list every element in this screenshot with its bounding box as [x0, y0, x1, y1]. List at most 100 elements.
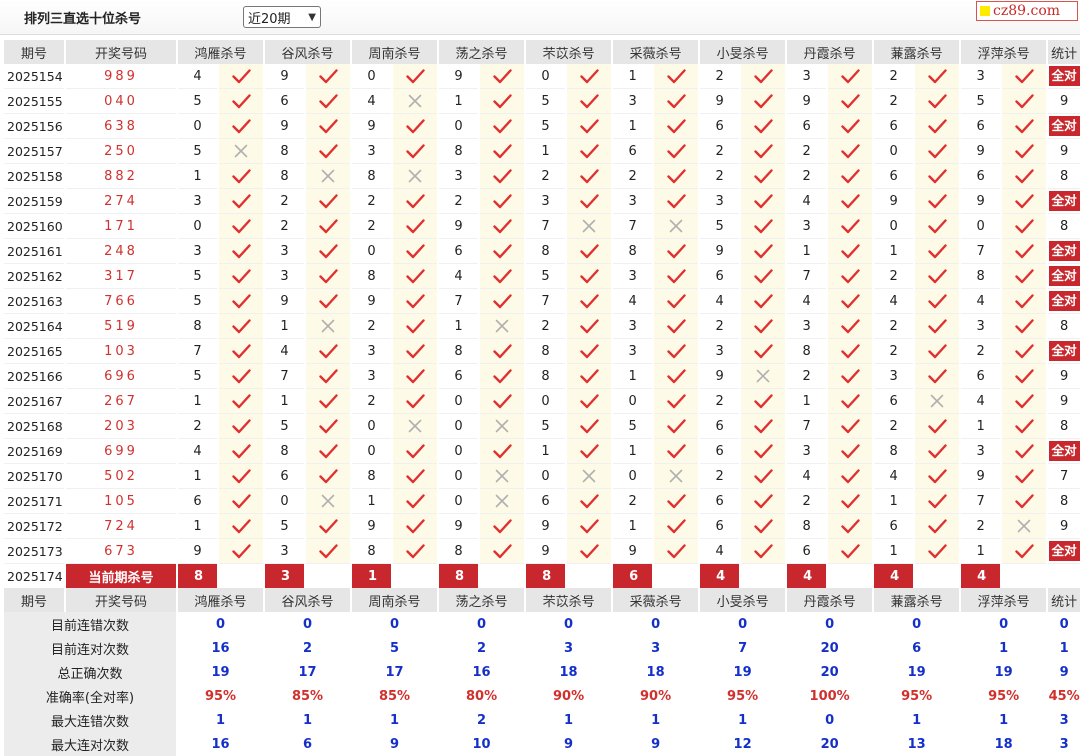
- result-mark-cell: [219, 514, 264, 539]
- result-mark-cell: [219, 289, 264, 314]
- result-mark-cell: [306, 64, 351, 89]
- result-mark-cell: [480, 289, 525, 314]
- summary-value: 0: [439, 612, 525, 636]
- kill-number-cell: 5: [178, 89, 217, 114]
- result-mark-cell: [567, 289, 612, 314]
- kill-number-cell: 3: [439, 164, 479, 189]
- table-row: 2025160 171 0 2 2 9 7 7 5 3 0 0 8: [4, 214, 1080, 239]
- cross-icon: [582, 469, 596, 483]
- cross-icon: [756, 369, 770, 383]
- result-mark-cell: [915, 339, 960, 364]
- kill-number-cell: 9: [352, 289, 392, 314]
- result-mark-cell: [306, 214, 351, 239]
- result-mark-cell: [654, 64, 699, 89]
- result-mark-cell: [654, 239, 699, 264]
- summary-value: 17: [265, 660, 351, 684]
- check-icon: [840, 93, 860, 108]
- check-icon: [753, 218, 773, 233]
- check-icon: [231, 168, 251, 183]
- kill-number-cell: 6: [874, 389, 914, 414]
- kill-number-cell: 9: [961, 464, 1001, 489]
- check-icon: [666, 493, 686, 508]
- check-icon: [753, 318, 773, 333]
- summary-value: 0: [787, 708, 873, 732]
- check-icon: [840, 268, 860, 283]
- period-cell: 2025155: [4, 89, 64, 114]
- result-mark-cell: [567, 464, 612, 489]
- kill-number-cell: 2: [700, 464, 740, 489]
- current-stat-spacer: [1048, 564, 1080, 588]
- all-correct-badge: 全对: [1048, 191, 1080, 211]
- check-icon: [1014, 193, 1034, 208]
- kill-number-cell: 1: [787, 389, 827, 414]
- cross-icon: [408, 419, 422, 433]
- kill-number-cell: 7: [961, 489, 1001, 514]
- check-icon: [579, 193, 599, 208]
- current-period-row: 2025174 当前期杀号 8 3 1 8 8 6 4 4 4 4: [4, 564, 1080, 588]
- result-mark-cell: [480, 314, 525, 339]
- table-row: 2025170 502 1 6 8 0 0 0 2 4 4 9 7: [4, 464, 1080, 489]
- check-icon: [405, 393, 425, 408]
- period-range-select[interactable]: 近20期 ▼: [243, 6, 321, 28]
- result-mark-cell: [741, 489, 786, 514]
- check-icon: [405, 218, 425, 233]
- check-icon: [1014, 543, 1034, 558]
- kill-number-cell: 2: [700, 64, 740, 89]
- result-mark-cell: [393, 439, 438, 464]
- kill-number-cell: 4: [265, 339, 305, 364]
- kill-number-cell: 1: [178, 464, 217, 489]
- kill-number-cell: 2: [874, 314, 914, 339]
- result-mark-cell: [741, 539, 786, 564]
- result-mark-cell: [393, 189, 438, 214]
- brand-logo[interactable]: cz89.com: [976, 1, 1078, 21]
- kill-number-cell: 2: [961, 339, 1001, 364]
- kill-number-cell: 3: [874, 364, 914, 389]
- result-mark-cell: [480, 89, 525, 114]
- current-kill-number: 4: [700, 564, 740, 588]
- cross-icon: [669, 469, 683, 483]
- check-icon: [231, 368, 251, 383]
- check-icon: [579, 418, 599, 433]
- result-mark-cell: [828, 489, 873, 514]
- row-stat-cell: 全对: [1048, 114, 1080, 139]
- result-mark-cell: [567, 239, 612, 264]
- check-icon: [927, 418, 947, 433]
- current-kill-spacer: [393, 564, 438, 588]
- result-mark-cell: [1002, 239, 1047, 264]
- result-mark-cell: [654, 314, 699, 339]
- result-mark-cell: [741, 214, 786, 239]
- kill-number-cell: 3: [961, 314, 1001, 339]
- check-icon: [927, 468, 947, 483]
- kill-number-cell: 1: [265, 314, 305, 339]
- result-mark-cell: [741, 439, 786, 464]
- result-mark-cell: [393, 339, 438, 364]
- kill-number-cell: 2: [874, 339, 914, 364]
- kill-number-cell: 8: [787, 339, 827, 364]
- table-row: 2025169 699 4 8 0 0 1 1 6 3 8 3 全对: [4, 439, 1080, 464]
- check-icon: [579, 168, 599, 183]
- check-icon: [579, 393, 599, 408]
- check-icon: [666, 243, 686, 258]
- summary-label: 总正确次数: [4, 660, 176, 684]
- draw-number-cell: 203: [66, 414, 176, 439]
- result-mark-cell: [915, 264, 960, 289]
- kill-number-cell: 0: [439, 114, 479, 139]
- check-icon: [840, 518, 860, 533]
- kill-number-cell: 3: [700, 339, 740, 364]
- kill-number-cell: 5: [265, 414, 305, 439]
- check-icon: [927, 343, 947, 358]
- result-mark-cell: [567, 389, 612, 414]
- summary-value: 18: [613, 660, 699, 684]
- check-icon: [840, 443, 860, 458]
- kill-number-cell: 9: [265, 114, 305, 139]
- check-icon: [492, 218, 512, 233]
- kill-number-cell: 2: [352, 189, 392, 214]
- summary-value: 17: [352, 660, 438, 684]
- check-icon: [579, 343, 599, 358]
- kill-number-cell: 0: [526, 64, 566, 89]
- check-icon: [1014, 243, 1034, 258]
- result-mark-cell: [567, 414, 612, 439]
- kill-number-cell: 4: [961, 389, 1001, 414]
- kill-number-cell: 2: [787, 164, 827, 189]
- summary-value: 20: [787, 660, 873, 684]
